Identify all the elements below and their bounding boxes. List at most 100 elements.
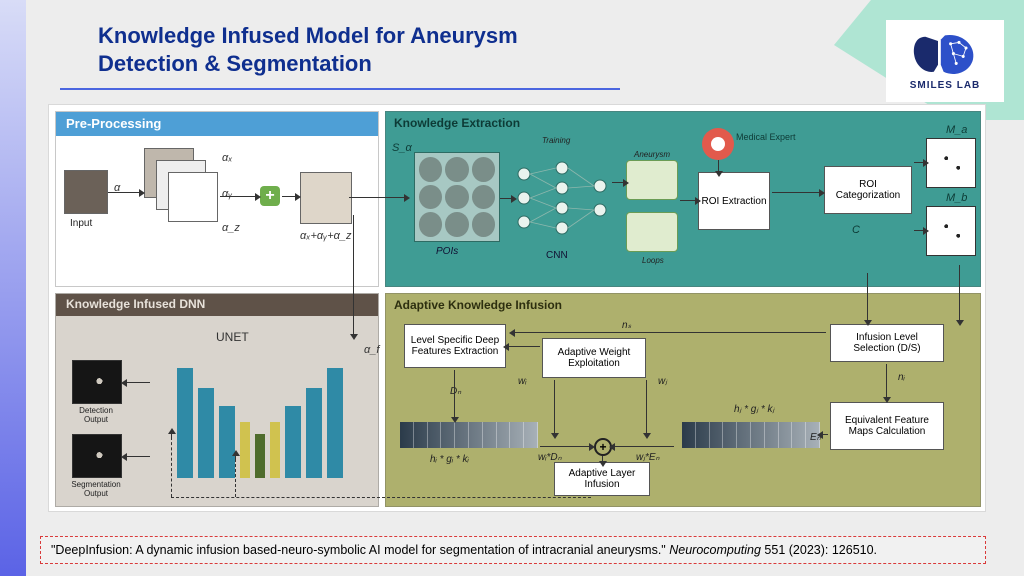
arrow (612, 182, 624, 183)
c-symbol: C (852, 224, 860, 236)
cnn-label: CNN (546, 250, 568, 261)
architecture-figure: Pre-Processing Input α αₓ αᵧ α_z + αₓ+αᵧ… (48, 104, 986, 512)
wen-symbol: wⱼ*Eₙ (636, 452, 660, 463)
medical-expert-icon (702, 128, 734, 160)
arrow (959, 265, 960, 321)
roi-categorization-box: ROI Categorization (824, 166, 912, 214)
arrow (126, 382, 150, 383)
feature-bar-left (400, 422, 538, 448)
panel-adaptive-infusion: Adaptive Knowledge Infusion Level Specif… (385, 293, 981, 507)
alpha-f: α_f (364, 344, 379, 356)
arrow (353, 215, 354, 335)
panel-preprocessing: Pre-Processing Input α αₓ αᵧ α_z + αₓ+αᵧ… (55, 111, 379, 287)
wi-symbol: wᵢ (518, 376, 526, 387)
wj-symbol: wⱼ (658, 376, 667, 387)
slide-title: Knowledge Infused Model for Aneurysm Det… (98, 22, 618, 77)
arrow (126, 456, 150, 457)
aneurysm-label: Aneurysm (634, 150, 670, 159)
alpha-y: αᵧ (222, 188, 232, 200)
level-extraction-box: Level Specific Deep Features Extraction (404, 324, 506, 368)
dashed-arrow (171, 497, 591, 498)
arrow (614, 446, 674, 447)
unet-diagram (154, 358, 366, 478)
arrow (602, 456, 603, 462)
arrow (886, 364, 887, 398)
pois-label: POIs (436, 246, 458, 257)
arrow (772, 192, 820, 193)
arrow (914, 230, 924, 231)
loops-label: Loops (642, 256, 664, 265)
preprocessing-header: Pre-Processing (56, 112, 378, 136)
infusion-selection-box: Infusion Level Selection (D/S) (830, 324, 944, 362)
adaptive-layer-box: Adaptive Layer Infusion (554, 462, 650, 496)
input-label: Input (70, 218, 92, 229)
wdn-symbol: wᵢ*Dₙ (538, 452, 562, 463)
ma-symbol: M_a (946, 124, 967, 136)
alpha-z: α_z (222, 222, 240, 234)
arrow (220, 196, 256, 197)
alpha-sum: αₓ+αᵧ+α_z (300, 230, 352, 242)
arrow (554, 380, 555, 434)
dashed-arrow (235, 459, 236, 497)
smiles-lab-icon (910, 32, 980, 78)
alpha-x: αₓ (222, 152, 232, 164)
arrow (514, 332, 826, 333)
knowledge-extraction-header: Knowledge Extraction (394, 116, 520, 130)
hgk-left: hᵢ * gᵢ * kᵢ (430, 454, 469, 465)
feature-bar-right (682, 422, 820, 448)
unet-label: UNET (216, 330, 249, 344)
lab-logo-card: SMILES LAB (886, 20, 1004, 102)
pois-grid (414, 152, 500, 242)
arrow (500, 198, 512, 199)
mb-symbol: M_b (946, 192, 967, 204)
arrow (822, 434, 828, 435)
adaptive-weight-box: Adaptive Weight Exploitation (542, 338, 646, 378)
dn-symbol: Dₙ (450, 386, 461, 397)
arrow (914, 162, 924, 163)
axis-thumb-fg (168, 172, 218, 222)
left-accent-stripe (0, 0, 26, 576)
panel-ki-dnn: Knowledge Infused DNN UNET α_f Detection… (55, 293, 379, 507)
arrow (171, 433, 172, 439)
sum-icon: + (260, 186, 280, 206)
arrow (680, 200, 696, 201)
segmentation-output-thumb (72, 434, 122, 478)
detection-output-label: Detection Output (70, 406, 122, 424)
medical-expert-label: Medical Expert (736, 132, 796, 142)
adaptive-header: Adaptive Knowledge Infusion (394, 298, 562, 312)
equiv-maps-box: Equivalent Feature Maps Calculation (830, 402, 944, 450)
arrow (454, 370, 455, 418)
input-thumb (64, 170, 108, 214)
ns-symbol: nₛ (622, 320, 631, 331)
loops-mini (626, 212, 678, 252)
citation-quote: "DeepInfusion: A dynamic infusion based-… (51, 543, 669, 557)
ni-symbol: nᵢ (898, 372, 905, 383)
arrow (646, 380, 647, 434)
training-label: Training (542, 136, 570, 145)
title-underline (60, 88, 620, 90)
arrow (540, 446, 590, 447)
segmentation-output-label: Segmentation Output (70, 480, 122, 498)
dashed-arrow (171, 437, 172, 497)
citation-box: "DeepInfusion: A dynamic infusion based-… (40, 536, 986, 564)
output-ma-thumb (926, 138, 976, 188)
citation-rest: 551 (2023): 126510. (761, 543, 877, 557)
lab-name: SMILES LAB (910, 80, 981, 91)
citation-journal: Neurocomputing (669, 543, 761, 557)
arrow (235, 455, 236, 461)
arrow (718, 160, 719, 172)
arrow (508, 346, 540, 347)
cnn-icon (512, 158, 612, 238)
detection-output-thumb (72, 360, 122, 404)
s-alpha-symbol: S_α (392, 142, 412, 154)
aneurysm-mini (626, 160, 678, 200)
hgk-right: hⱼ * gⱼ * kⱼ (734, 404, 774, 415)
summed-thumb (300, 172, 352, 224)
arrow (282, 196, 296, 197)
arrow (108, 192, 140, 193)
output-mb-thumb (926, 206, 976, 256)
roi-extraction-box: ROI Extraction (698, 172, 770, 230)
arrow (349, 197, 405, 198)
panel-knowledge-extraction: Knowledge Extraction S_α POIs CNN Traini… (385, 111, 981, 287)
arrow (867, 273, 868, 321)
